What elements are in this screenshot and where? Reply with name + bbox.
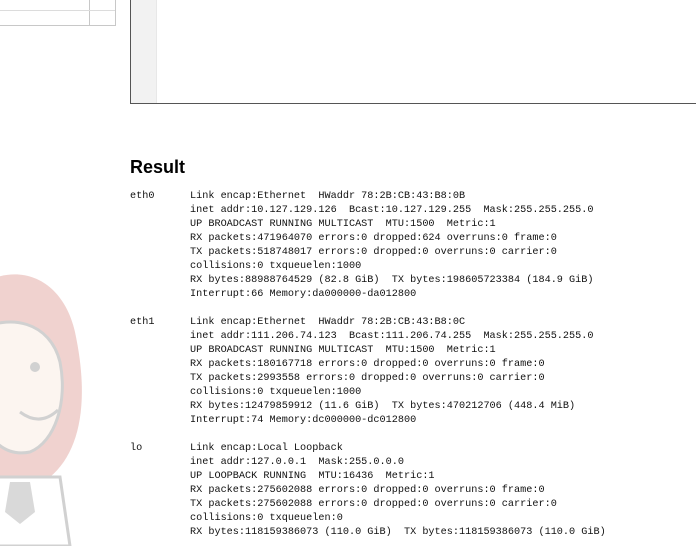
- interface-detail-line: inet addr:127.0.0.1 Mask:255.0.0.0: [190, 457, 404, 468]
- table-column-divider: [89, 0, 90, 25]
- interface-detail-line: UP LOOPBACK RUNNING MTU:16436 Metric:1: [190, 471, 435, 482]
- interface-detail-line: Interrupt:74 Memory:dc000000-dc012800: [190, 415, 417, 426]
- line-number-gutter: [131, 0, 157, 103]
- interface-name: lo: [130, 443, 143, 454]
- interface-detail-line: UP BROADCAST RUNNING MULTICAST MTU:1500 …: [190, 219, 496, 230]
- interface-block: eth1 Link encap:Ethernet HWaddr 78:2B:CB:…: [130, 316, 606, 428]
- command-output: eth0 Link encap:Ethernet HWaddr 78:2B:CB:…: [130, 190, 606, 546]
- interface-detail-line: RX packets:180167718 errors:0 dropped:0 …: [190, 359, 545, 370]
- interface-detail-line: RX bytes:12479859912 (11.6 GiB) TX bytes…: [190, 401, 576, 412]
- interface-detail-line: Link encap:Ethernet HWaddr 78:2B:CB:43:B…: [190, 191, 466, 202]
- jenkins-mascot-icon: [0, 274, 82, 546]
- script-console-textarea[interactable]: [130, 0, 696, 104]
- interface-name: eth0: [130, 191, 155, 202]
- interface-detail-line: TX packets:518748017 errors:0 dropped:0 …: [190, 247, 557, 258]
- mascot-eye: [30, 362, 40, 372]
- interface-detail-line: RX bytes:118159386073 (110.0 GiB) TX byt…: [190, 527, 606, 538]
- interface-detail-line: TX packets:275602088 errors:0 dropped:0 …: [190, 499, 557, 510]
- interface-block: eth0 Link encap:Ethernet HWaddr 78:2B:CB:…: [130, 190, 606, 302]
- interface-detail-line: TX packets:2993558 errors:0 dropped:0 ov…: [190, 373, 545, 384]
- interface-detail-line: inet addr:111.206.74.123 Bcast:111.206.7…: [190, 331, 594, 342]
- interface-details: Link encap:Ethernet HWaddr 78:2B:CB:43:B…: [190, 316, 594, 428]
- interface-detail-line: RX bytes:88988764529 (82.8 GiB) TX bytes…: [190, 275, 594, 286]
- result-heading: Result: [130, 157, 186, 177]
- interface-detail-line: collisions:0 txqueuelen:0: [190, 513, 343, 524]
- interface-detail-line: collisions:0 txqueuelen:1000: [190, 261, 362, 272]
- interface-detail-line: Link encap:Ethernet HWaddr 78:2B:CB:43:B…: [190, 317, 466, 328]
- interface-detail-line: Link encap:Local Loopback: [190, 443, 343, 454]
- partial-table: [0, 0, 116, 26]
- page: Result eth0 Link encap:Ethernet HWaddr 78…: [0, 0, 696, 546]
- interface-detail-line: collisions:0 txqueuelen:1000: [190, 387, 362, 398]
- interface-detail-line: UP BROADCAST RUNNING MULTICAST MTU:1500 …: [190, 345, 496, 356]
- interface-detail-line: RX packets:471964070 errors:0 dropped:62…: [190, 233, 557, 244]
- interface-block: lo Link encap:Local Loopback inet addr:127…: [130, 442, 606, 540]
- interface-name: eth1: [130, 317, 155, 328]
- interface-details: Link encap:Ethernet HWaddr 78:2B:CB:43:B…: [190, 190, 594, 302]
- interface-detail-line: inet addr:10.127.129.126 Bcast:10.127.12…: [190, 205, 594, 216]
- interface-details: Link encap:Local Loopback inet addr:127.0…: [190, 442, 606, 540]
- table-row-divider: [0, 10, 115, 11]
- interface-detail-line: Interrupt:66 Memory:da000000-da012800: [190, 289, 417, 300]
- interface-detail-line: RX packets:275602088 errors:0 dropped:0 …: [190, 485, 545, 496]
